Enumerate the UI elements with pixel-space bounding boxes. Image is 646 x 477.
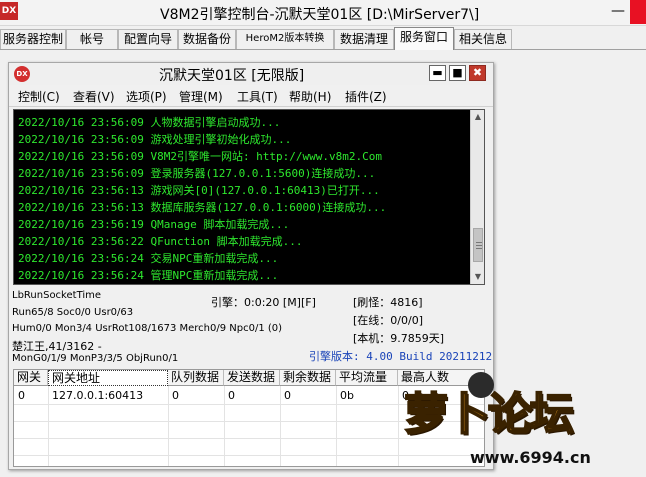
- cell-send-data: 0: [228, 389, 235, 402]
- hum-stats: Hum0/0 Mon3/4 UsrRot108/1673 Merch0/9 Np…: [12, 323, 283, 334]
- log-console[interactable]: 2022/10/16 23:56:09 人物数据引擎启动成功... 2022/1…: [13, 109, 485, 285]
- log-line: 2022/10/16 23:56:22 QFunction 脚本加载完成...: [18, 235, 303, 248]
- menu-plugins[interactable]: 插件(Z): [345, 88, 387, 105]
- log-line: 2022/10/16 23:56:09 人物数据引擎启动成功...: [18, 116, 281, 129]
- menu-control[interactable]: 控制(C): [18, 88, 60, 105]
- menu-view[interactable]: 查看(V): [73, 88, 115, 105]
- run-stats: Run65/8 Soc0/0 Usr0/63: [12, 307, 134, 318]
- inner-titlebar: DX 沉默天堂01区 [无限版] ▬ ■ ✖: [9, 63, 493, 85]
- menu-bar: 控制(C) 查看(V) 选项(P) 管理(M) 工具(T) 帮助(H) 插件(Z…: [9, 85, 493, 107]
- column-header-avg-traffic[interactable]: 平均流量: [336, 370, 398, 386]
- watermark-url: www.6994.cn: [470, 448, 591, 467]
- menu-tools[interactable]: 工具(T): [237, 88, 278, 105]
- log-line: 2022/10/16 23:56:13 游戏网关[0](127.0.0.1:60…: [18, 184, 380, 197]
- app-logo-icon: DX: [14, 66, 30, 82]
- king-status: 楚江王,41/3162 -: [12, 340, 102, 353]
- inner-minimize-button[interactable]: ▬: [429, 65, 446, 81]
- log-line: 2022/10/16 23:56:13 数据库服务器(127.0.0.1:600…: [18, 201, 387, 214]
- socket-time-label: LbRunSocketTime: [12, 290, 102, 301]
- column-header-gateway-address[interactable]: 网关地址: [48, 370, 168, 386]
- tab-related-info[interactable]: 相关信息: [454, 29, 512, 49]
- cell-queue-data: 0: [172, 389, 179, 402]
- outer-minimize-button[interactable]: —: [606, 3, 630, 21]
- tab-data-cleanup[interactable]: 数据清理: [334, 29, 394, 49]
- tab-account[interactable]: 帐号: [66, 29, 118, 49]
- cell-gateway-address: 127.0.0.1:60413: [52, 389, 144, 402]
- tab-server-control[interactable]: 服务器控制: [0, 29, 66, 49]
- mon-stats: MonG0/1/9 MonP3/3/5 ObjRun0/1: [12, 353, 179, 364]
- column-header-remaining-data[interactable]: 剩余数据: [280, 370, 336, 386]
- outer-window-title: V8M2引擎控制台-沉默天堂01区 [D:\MirServer7\]: [160, 7, 480, 23]
- outer-close-button[interactable]: [630, 0, 646, 24]
- cell-gateway-id: 0: [18, 389, 25, 402]
- log-line: 2022/10/16 23:56:19 QManage 脚本加载完成...: [18, 218, 290, 231]
- inner-maximize-button[interactable]: ■: [449, 65, 466, 81]
- log-line: 2022/10/16 23:56:09 游戏处理引擎初始化成功...: [18, 133, 292, 146]
- cell-avg-traffic: 0b: [340, 389, 354, 402]
- monster-refresh-count: [刷怪：4816]: [353, 296, 423, 309]
- menu-options[interactable]: 选项(P): [126, 88, 167, 105]
- tab-herom2-convert[interactable]: HeroM2版本转换: [236, 29, 334, 49]
- engine-uptime: 引擎：0:0:20 [M][F]: [211, 296, 316, 309]
- app-icon: DX: [0, 2, 18, 20]
- menu-help[interactable]: 帮助(H): [289, 88, 331, 105]
- outer-titlebar: DX V8M2引擎控制台-沉默天堂01区 [D:\MirServer7\] —: [0, 0, 646, 26]
- inner-window-title: 沉默天堂01区 [无限版]: [159, 68, 305, 84]
- cell-remaining-data: 0: [284, 389, 291, 402]
- scroll-up-icon[interactable]: ▲: [471, 110, 484, 124]
- inner-close-button[interactable]: ✖: [469, 65, 486, 81]
- log-line: 2022/10/16 23:56:09 登录服务器(127.0.0.1:5600…: [18, 167, 376, 180]
- log-line: 2022/10/16 23:56:09 V8M2引擎唯一网站: http://w…: [18, 150, 383, 163]
- scroll-down-icon[interactable]: ▼: [471, 270, 484, 284]
- online-count: [在线：0/0/0]: [353, 314, 423, 327]
- column-header-gateway[interactable]: 网关: [14, 370, 48, 386]
- watermark-logo: 萝卜论坛: [403, 388, 575, 441]
- tab-service-window[interactable]: 服务窗口: [394, 27, 454, 50]
- engine-version: 引擎版本: 4.00 Build 20211212: [309, 350, 493, 363]
- tab-config-wizard[interactable]: 配置向导: [118, 29, 178, 49]
- local-license: [本机：9.7859天]: [353, 332, 445, 345]
- column-header-send-data[interactable]: 发送数据: [224, 370, 280, 386]
- log-line: 2022/10/16 23:56:24 交易NPC重新加载完成...: [18, 252, 279, 265]
- outer-tab-strip: 服务器控制 帐号 配置向导 数据备份 HeroM2版本转换 数据清理 服务窗口 …: [0, 27, 646, 50]
- scroll-thumb[interactable]: [473, 228, 483, 262]
- console-scrollbar[interactable]: ▲ ▼: [470, 110, 484, 284]
- menu-manage[interactable]: 管理(M): [179, 88, 223, 105]
- column-header-queue-data[interactable]: 队列数据: [168, 370, 224, 386]
- tab-data-backup[interactable]: 数据备份: [178, 29, 236, 49]
- log-line: 2022/10/16 23:56:24 管理NPC重新加载完成...: [18, 269, 279, 282]
